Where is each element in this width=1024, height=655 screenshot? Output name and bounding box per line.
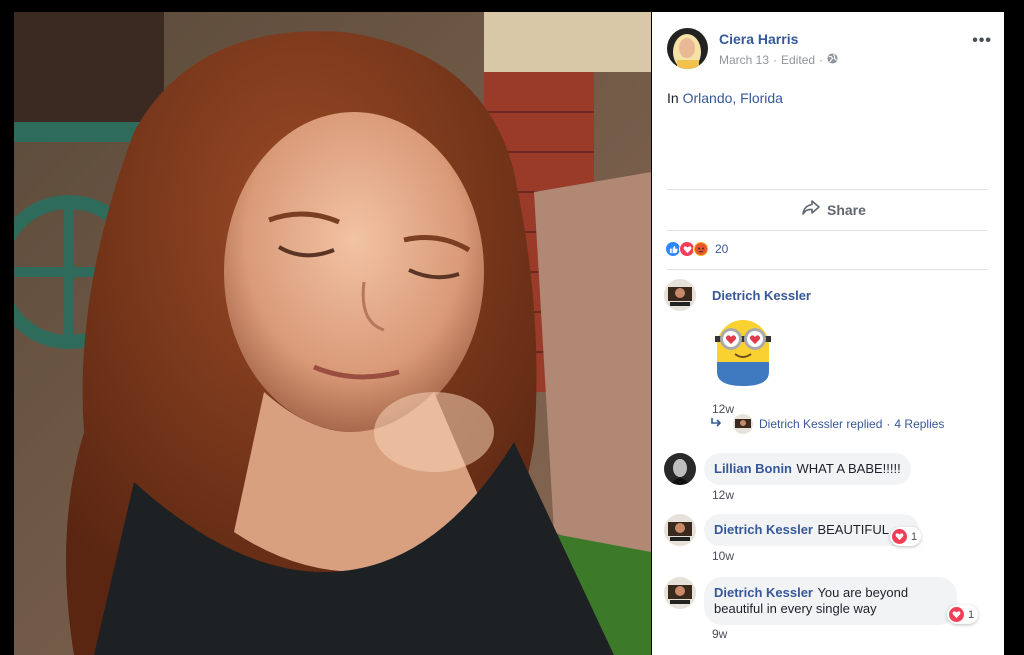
comment-author[interactable]: Dietrich Kessler — [712, 288, 811, 303]
author-avatar[interactable] — [667, 28, 708, 69]
divider — [667, 230, 987, 231]
post-photo[interactable] — [14, 12, 651, 655]
viewer-right-margin — [1004, 12, 1024, 655]
heart-icon — [892, 529, 907, 544]
comment-reaction-count: 1 — [968, 608, 975, 621]
more-options-button[interactable]: ••• — [972, 32, 992, 50]
reaction-count: 20 — [715, 242, 729, 256]
comment-reaction-badge[interactable]: 1 — [947, 605, 979, 624]
selfie-image — [14, 12, 651, 655]
comment-bubble: Lillian Bonin WHAT A BABE!!!!! — [704, 453, 911, 485]
meta-separator: · — [773, 53, 778, 67]
globe-icon[interactable] — [827, 53, 838, 67]
comment-reaction-count: 1 — [911, 530, 918, 543]
comment-time[interactable]: 9w — [712, 627, 727, 641]
edited-label[interactable]: Edited — [781, 53, 815, 67]
location-prefix: In — [667, 90, 679, 106]
author-name[interactable]: Ciera Harris — [719, 31, 798, 47]
divider — [667, 269, 987, 270]
comment-reaction-badge[interactable]: 1 — [890, 527, 922, 546]
heart-icon — [949, 607, 964, 622]
post-side-panel: Ciera Harris March 13 · Edited · ••• In … — [652, 12, 1004, 655]
comment-text: BEAUTIFUL — [817, 522, 889, 537]
comment-bubble: Dietrich Kessler You are beyond beautifu… — [704, 577, 957, 625]
reply-arrow-icon — [711, 417, 723, 431]
replies-separator: · — [886, 417, 891, 431]
share-icon — [802, 200, 820, 219]
share-label: Share — [827, 201, 866, 218]
post-header: Ciera Harris March 13 · Edited · ••• — [667, 28, 992, 72]
post-meta: March 13 · Edited · — [719, 53, 838, 67]
comment-time[interactable]: 12w — [712, 488, 734, 502]
commenter-avatar[interactable] — [664, 453, 696, 485]
view-replies-link[interactable]: Dietrich Kessler replied · 4 Replies — [711, 414, 944, 434]
divider — [667, 189, 987, 190]
comment-bubble: Dietrich Kessler BEAUTIFUL — [704, 514, 919, 546]
viewer-top-bar — [0, 0, 1024, 12]
angry-icon — [693, 241, 709, 257]
reply-avatar — [733, 414, 753, 434]
post-date[interactable]: March 13 — [719, 53, 769, 67]
location-link[interactable]: Orlando, Florida — [683, 90, 783, 106]
replies-text: Dietrich Kessler replied — [759, 417, 883, 431]
commenter-avatar[interactable] — [664, 279, 696, 311]
comment-text: WHAT A BABE!!!!! — [796, 461, 901, 476]
commenter-avatar[interactable] — [664, 577, 696, 609]
reactions-summary[interactable]: 20 — [665, 241, 728, 257]
comment-time[interactable]: 10w — [712, 549, 734, 563]
share-button[interactable]: Share — [802, 200, 866, 219]
comment-author[interactable]: Dietrich Kessler — [714, 585, 813, 600]
post-location: In Orlando, Florida — [667, 90, 783, 106]
minion-sticker[interactable] — [709, 316, 777, 393]
meta-separator: · — [819, 53, 824, 67]
comment-author[interactable]: Dietrich Kessler — [714, 522, 813, 537]
replies-count: 4 Replies — [894, 417, 945, 431]
comment-author[interactable]: Lillian Bonin — [714, 461, 792, 476]
commenter-avatar[interactable] — [664, 514, 696, 546]
